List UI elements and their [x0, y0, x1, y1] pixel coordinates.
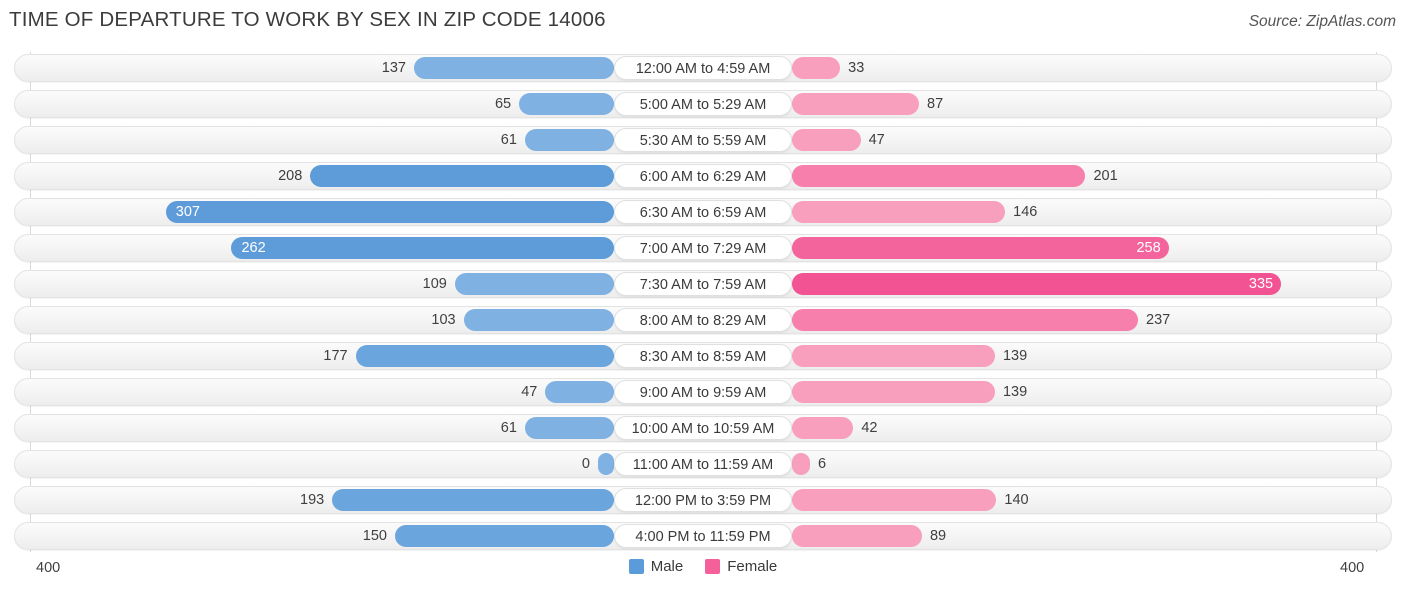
bar-female[interactable] [792, 93, 920, 115]
bar-row: 193 140 12:00 PM to 3:59 PM [14, 486, 1392, 514]
category-label: 8:30 AM to 8:59 AM [614, 344, 792, 368]
source-label: Source: ZipAtlas.com [1248, 13, 1396, 30]
category-label: 5:00 AM to 5:29 AM [614, 92, 792, 116]
bar-male[interactable] [332, 489, 614, 511]
bar-row: 150 89 4:00 PM to 11:59 PM [14, 522, 1392, 550]
bar-female[interactable] [792, 273, 1282, 295]
legend: Male Female [0, 558, 1406, 575]
category-label: 12:00 PM to 3:59 PM [614, 488, 792, 512]
bar-female[interactable] [792, 381, 995, 403]
bar-male[interactable] [598, 453, 614, 475]
bar-value-female: 237 [1146, 312, 1171, 328]
bar-value-female: 140 [1004, 492, 1029, 508]
bar-female[interactable] [792, 309, 1139, 331]
bar-value-male: 47 [521, 384, 538, 400]
bar-value-female: 139 [1002, 384, 1028, 400]
bar-value-female: 258 [1136, 240, 1161, 256]
bar-female[interactable] [792, 201, 1006, 223]
bar-value-male: 65 [494, 96, 512, 112]
bar-row: 307 146 6:30 AM to 6:59 AM [14, 198, 1392, 226]
bar-female[interactable] [792, 489, 997, 511]
bar-row: 47 139 9:00 AM to 9:59 AM [14, 378, 1392, 406]
category-label: 5:30 AM to 5:59 AM [614, 128, 792, 152]
legend-label-female: Female [727, 558, 778, 575]
bar-row: 61 42 10:00 AM to 10:59 AM [14, 414, 1392, 442]
bar-female[interactable] [792, 417, 854, 439]
bar-value-male: 193 [300, 492, 325, 508]
bar-female[interactable] [792, 129, 861, 151]
legend-swatch-female [705, 559, 721, 574]
bar-value-male: 61 [500, 420, 517, 436]
bar-value-female: 47 [868, 132, 885, 148]
bar-row: 0 6 11:00 AM to 11:59 AM [14, 450, 1392, 478]
bar-row: 103 237 8:00 AM to 8:29 AM [14, 306, 1392, 334]
bar-value-female: 146 [1013, 204, 1038, 220]
category-label: 6:00 AM to 6:29 AM [614, 164, 792, 188]
legend-swatch-male [628, 559, 644, 574]
legend-label-male: Male [650, 558, 684, 575]
bar-female[interactable] [792, 165, 1086, 187]
category-label: 11:00 AM to 11:59 AM [614, 452, 792, 476]
category-label: 7:30 AM to 7:59 AM [614, 272, 792, 296]
bar-value-male: 103 [431, 312, 456, 328]
plot-area: 137 33 12:00 AM to 4:59 AM 65 87 5:00 AM to 5… [0, 52, 1406, 552]
bar-value-female: 6 [818, 456, 827, 472]
category-label: 10:00 AM to 10:59 AM [614, 416, 792, 440]
bar-row: 177 139 8:30 AM to 8:59 AM [14, 342, 1392, 370]
category-label: 12:00 AM to 4:59 AM [614, 56, 792, 80]
bar-value-male: 262 [241, 240, 266, 256]
bar-male[interactable] [519, 93, 614, 115]
legend-item-female[interactable]: Female [705, 558, 777, 575]
bar-male[interactable] [545, 381, 614, 403]
bar-female[interactable] [792, 345, 995, 367]
bar-value-male: 0 [581, 456, 590, 472]
bar-value-male: 307 [175, 204, 200, 220]
bar-row: 137 33 12:00 AM to 4:59 AM [14, 54, 1392, 82]
bar-female[interactable] [792, 453, 810, 475]
category-label: 8:00 AM to 8:29 AM [614, 308, 792, 332]
bar-value-male: 109 [422, 276, 447, 292]
bar-value-male: 150 [362, 528, 387, 544]
bar-value-female: 335 [1248, 276, 1274, 292]
bar-value-female: 87 [927, 96, 944, 112]
bar-female[interactable] [792, 237, 1169, 259]
bar-value-male: 208 [278, 168, 303, 184]
bar-value-female: 89 [929, 528, 947, 544]
bar-male[interactable] [395, 525, 614, 547]
bar-male[interactable] [524, 129, 614, 151]
bar-value-male: 177 [323, 348, 348, 364]
bar-male[interactable] [355, 345, 614, 367]
bar-row: 109 335 7:30 AM to 7:59 AM [14, 270, 1392, 298]
bar-male[interactable] [310, 165, 614, 187]
bar-male[interactable] [454, 273, 614, 295]
chart-root: TIME OF DEPARTURE TO WORK BY SEX IN ZIP … [0, 0, 1406, 595]
bar-row: 61 47 5:30 AM to 5:59 AM [14, 126, 1392, 154]
bar-male[interactable] [463, 309, 614, 331]
category-label: 7:00 AM to 7:29 AM [614, 236, 792, 260]
bar-male[interactable] [524, 417, 614, 439]
bar-row: 208 201 6:00 AM to 6:29 AM [14, 162, 1392, 190]
category-label: 9:00 AM to 9:59 AM [614, 380, 792, 404]
bar-value-male: 137 [381, 60, 406, 76]
bar-value-male: 61 [500, 132, 517, 148]
page-title: TIME OF DEPARTURE TO WORK BY SEX IN ZIP … [9, 8, 606, 31]
bar-value-female: 139 [1002, 348, 1028, 364]
category-label: 6:30 AM to 6:59 AM [614, 200, 792, 224]
bar-female[interactable] [792, 57, 841, 79]
legend-item-male[interactable]: Male [628, 558, 684, 575]
bar-female[interactable] [792, 525, 922, 547]
bar-male[interactable] [413, 57, 614, 79]
bar-row: 262 258 7:00 AM to 7:29 AM [14, 234, 1392, 262]
category-label: 4:00 PM to 11:59 PM [614, 524, 792, 548]
bar-row: 65 87 5:00 AM to 5:29 AM [14, 90, 1392, 118]
bar-value-female: 201 [1093, 168, 1118, 184]
bar-value-female: 33 [848, 60, 865, 76]
bar-value-female: 42 [861, 420, 878, 436]
